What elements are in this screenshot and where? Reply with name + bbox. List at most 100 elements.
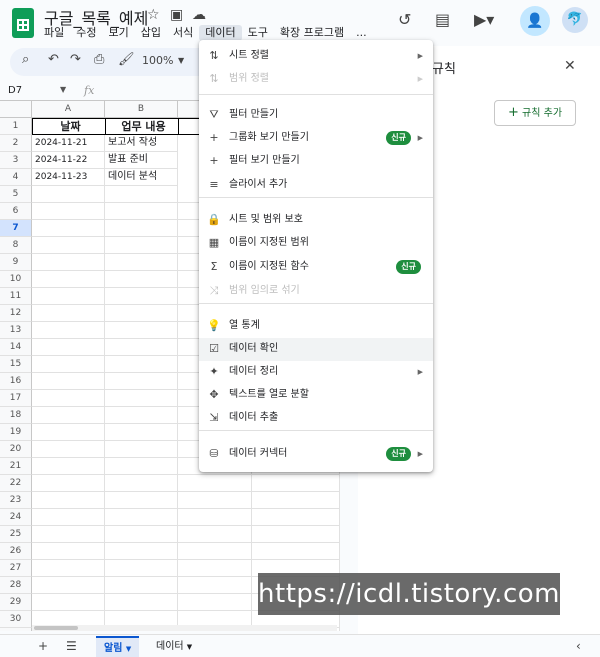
empty-cell[interactable] [32, 407, 105, 424]
empty-cell[interactable] [32, 441, 105, 458]
menu-item-14[interactable]: ✥ 텍스트를 열로 분할 [199, 384, 433, 407]
redo-icon[interactable]: ↷ [70, 52, 81, 67]
empty-cell[interactable] [32, 203, 105, 220]
row-header-18[interactable]: 18 [0, 407, 32, 424]
cloud-status-icon[interactable]: ☁ [192, 7, 206, 23]
menu-data[interactable]: 데이터 [199, 25, 242, 41]
empty-cell[interactable] [32, 373, 105, 390]
cell-a2[interactable]: 2024-11-21 [32, 135, 105, 152]
empty-cell[interactable] [32, 594, 105, 611]
menu-format[interactable]: 서식 [167, 25, 199, 41]
empty-cell[interactable] [105, 186, 178, 203]
empty-cell[interactable] [105, 543, 178, 560]
row-header-16[interactable]: 16 [0, 373, 32, 390]
empty-cell[interactable] [32, 305, 105, 322]
empty-cell[interactable] [32, 492, 105, 509]
menu-tools[interactable]: 도구 [242, 25, 274, 41]
share-button[interactable]: 👤 [520, 6, 550, 36]
empty-cell[interactable] [178, 492, 252, 509]
menu-extensions[interactable]: 확장 프로그램 [274, 25, 350, 41]
empty-cell[interactable] [105, 560, 178, 577]
row-header-1[interactable]: 1 [0, 118, 32, 135]
empty-cell[interactable] [178, 526, 252, 543]
empty-cell[interactable] [32, 424, 105, 441]
name-box[interactable]: D7 [8, 85, 22, 96]
empty-cell[interactable] [105, 339, 178, 356]
add-sheet-icon[interactable]: + [38, 639, 48, 653]
empty-cell[interactable] [32, 475, 105, 492]
row-header-19[interactable]: 19 [0, 424, 32, 441]
empty-cell[interactable] [105, 424, 178, 441]
menu-more[interactable]: ... [350, 25, 373, 41]
row-header-31[interactable]: 31 [0, 628, 32, 631]
menu-item-15[interactable]: ⇲ 데이터 추출 [199, 407, 433, 430]
empty-cell[interactable] [32, 220, 105, 237]
row-header-26[interactable]: 26 [0, 543, 32, 560]
horizontal-scrollbar-thumb[interactable] [34, 626, 78, 630]
row-header-11[interactable]: 11 [0, 288, 32, 305]
empty-cell[interactable] [105, 390, 178, 407]
empty-cell[interactable] [32, 322, 105, 339]
row-header-28[interactable]: 28 [0, 577, 32, 594]
empty-cell[interactable] [32, 390, 105, 407]
empty-cell[interactable] [105, 475, 178, 492]
menu-item-13[interactable]: ✦ 데이터 정리 ▶ [199, 361, 433, 384]
row-header-23[interactable]: 23 [0, 492, 32, 509]
menu-item-16[interactable]: ⛁ 데이터 커넥터 신규 ▶ [199, 443, 433, 466]
row-header-3[interactable]: 3 [0, 152, 32, 169]
row-header-15[interactable]: 15 [0, 356, 32, 373]
row-header-9[interactable]: 9 [0, 254, 32, 271]
empty-cell[interactable] [252, 492, 340, 509]
empty-cell[interactable] [105, 271, 178, 288]
zoom-select[interactable]: 100% [142, 54, 173, 67]
row-header-13[interactable]: 13 [0, 322, 32, 339]
empty-cell[interactable] [105, 237, 178, 254]
empty-cell[interactable] [105, 509, 178, 526]
menu-item-6[interactable]: ≡ 슬라이서 추가 [199, 174, 433, 197]
empty-cell[interactable] [105, 373, 178, 390]
menu-item-4[interactable]: + 그룹화 보기 만들기 신규 ▶ [199, 127, 433, 150]
row-header-24[interactable]: 24 [0, 509, 32, 526]
menu-insert[interactable]: 삽입 [135, 25, 167, 41]
star-icon[interactable]: ☆ [147, 7, 160, 23]
row-header-10[interactable]: 10 [0, 271, 32, 288]
empty-cell[interactable] [252, 509, 340, 526]
menu-item-8[interactable]: ▦ 이름이 지정된 범위 [199, 232, 433, 255]
empty-cell[interactable] [32, 560, 105, 577]
empty-cell[interactable] [178, 509, 252, 526]
cell-b4[interactable]: 데이터 분석 [105, 169, 178, 186]
row-header-21[interactable]: 21 [0, 458, 32, 475]
row-header-6[interactable]: 6 [0, 203, 32, 220]
menu-edit[interactable]: 수정 [70, 25, 102, 41]
chevron-left-icon[interactable]: ‹ [576, 639, 581, 653]
menu-item-5[interactable]: + 필터 보기 만들기 [199, 150, 433, 173]
empty-cell[interactable] [105, 441, 178, 458]
history-icon[interactable]: ↺ [398, 10, 411, 29]
sheets-logo-icon[interactable] [12, 8, 34, 38]
empty-cell[interactable] [105, 305, 178, 322]
empty-cell[interactable] [32, 237, 105, 254]
empty-cell[interactable] [32, 526, 105, 543]
cell-b2[interactable]: 보고서 작성 [105, 135, 178, 152]
print-icon[interactable]: ⎙ [94, 52, 104, 67]
empty-cell[interactable] [105, 203, 178, 220]
empty-cell[interactable] [105, 492, 178, 509]
empty-cell[interactable] [32, 339, 105, 356]
empty-cell[interactable] [32, 271, 105, 288]
menu-item-9[interactable]: Σ 이름이 지정된 함수 신규 [199, 256, 433, 279]
row-header-22[interactable]: 22 [0, 475, 32, 492]
column-header-a[interactable]: A [32, 101, 105, 118]
move-folder-icon[interactable]: ▣ [170, 7, 183, 23]
empty-cell[interactable] [252, 543, 340, 560]
row-header-17[interactable]: 17 [0, 390, 32, 407]
cell-a4[interactable]: 2024-11-23 [32, 169, 105, 186]
empty-cell[interactable] [252, 475, 340, 492]
empty-cell[interactable] [105, 288, 178, 305]
sheet-tab-alerts[interactable]: 알림 ▼ [96, 636, 140, 657]
meet-icon[interactable]: ▶▾ [474, 10, 494, 29]
menu-item-3[interactable]: ⛛ 필터 만들기 [199, 104, 433, 127]
empty-cell[interactable] [252, 526, 340, 543]
row-header-4[interactable]: 4 [0, 169, 32, 186]
empty-cell[interactable] [32, 543, 105, 560]
empty-cell[interactable] [32, 288, 105, 305]
